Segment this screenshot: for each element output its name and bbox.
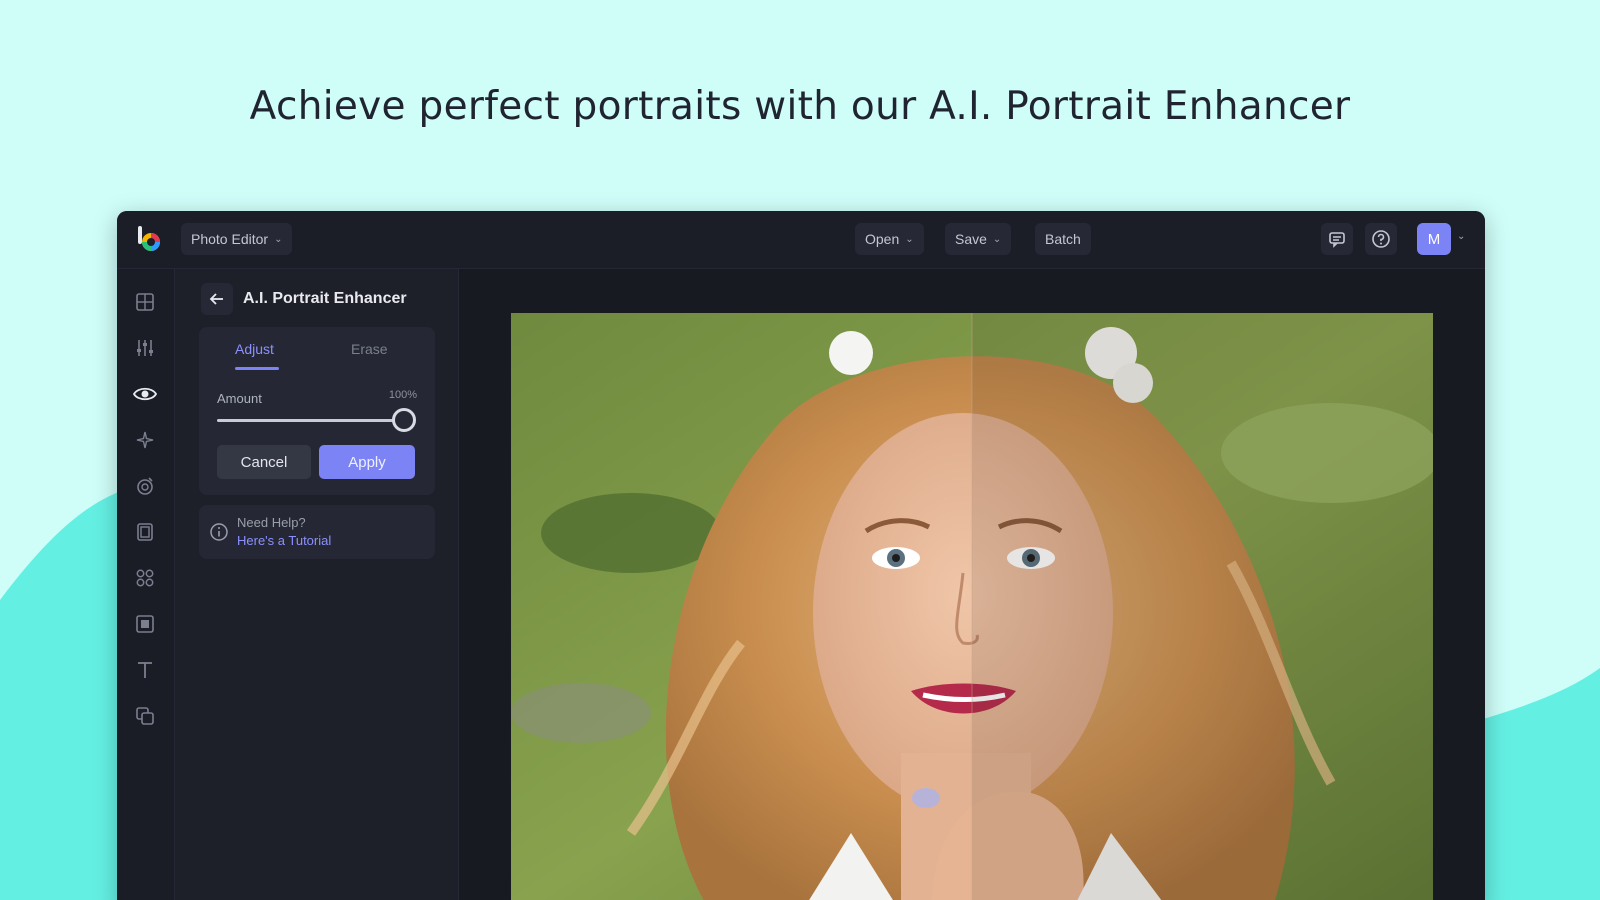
amount-slider-track[interactable] (217, 419, 403, 422)
panel-header: A.I. Portrait Enhancer (201, 281, 441, 317)
rail-item-adjust[interactable] (132, 335, 158, 361)
rail-item-portrait[interactable] (132, 381, 158, 407)
sliders-icon (137, 340, 153, 356)
help-title: Need Help? (237, 515, 306, 530)
app-menu-label: Photo Editor (191, 231, 269, 247)
apply-button[interactable]: Apply (319, 445, 415, 479)
page-headline: Achieve perfect portraits with our A.I. … (249, 84, 1351, 129)
chevron-down-icon: ⌄ (905, 233, 914, 245)
logo-icon[interactable] (135, 224, 165, 254)
feedback-icon (1329, 232, 1345, 248)
batch-button[interactable]: Batch (1035, 223, 1091, 255)
tutorial-link[interactable]: Here's a Tutorial (237, 533, 331, 548)
adjust-card: Adjust Erase Amount 100% Cancel Apply (199, 327, 435, 495)
text-icon (138, 662, 152, 678)
active-tab-indicator (235, 367, 279, 370)
chevron-down-icon[interactable]: ⌄ (1457, 231, 1465, 242)
portrait-photo[interactable] (511, 313, 1433, 900)
amount-value: 100% (388, 389, 417, 401)
tab-erase[interactable]: Erase (351, 341, 388, 357)
overlay-icon (136, 615, 154, 633)
arrow-left-icon (209, 293, 223, 305)
photo-editor-window: Photo Editor ⌄ Open ⌄ Save ⌄ Batch M ⌄ A… (117, 211, 1485, 900)
rail-item-text[interactable] (132, 657, 158, 683)
graphics-icon (136, 569, 154, 587)
tool-rail (117, 269, 175, 900)
info-icon (210, 523, 228, 541)
panel-title: A.I. Portrait Enhancer (243, 290, 407, 307)
help-icon (1372, 230, 1390, 248)
open-label: Open (865, 231, 900, 247)
eye-icon (133, 387, 157, 401)
amount-label: Amount (217, 391, 262, 406)
effects-icon (137, 477, 153, 495)
rail-item-frames[interactable] (132, 519, 158, 545)
rail-item-grid[interactable] (132, 289, 158, 315)
chevron-down-icon: ⌄ (992, 233, 1002, 245)
top-bar: Photo Editor ⌄ Open ⌄ Save ⌄ Batch M ⌄ (117, 211, 1485, 269)
open-dropdown[interactable]: Open ⌄ (855, 223, 924, 255)
help-button[interactable] (1365, 223, 1397, 255)
app-menu-dropdown[interactable]: Photo Editor ⌄ (181, 223, 293, 255)
tab-adjust[interactable]: Adjust (235, 341, 274, 357)
chevron-down-icon: ⌄ (274, 233, 283, 245)
portrait-enhancer-panel: A.I. Portrait Enhancer Adjust Erase Amou… (175, 269, 459, 900)
amount-slider-handle[interactable] (392, 408, 416, 432)
help-card: Need Help? Here's a Tutorial (199, 505, 435, 559)
rail-item-graphics[interactable] (132, 565, 158, 591)
user-avatar[interactable]: M (1417, 223, 1451, 255)
cancel-button[interactable]: Cancel (217, 445, 311, 479)
grid-icon (136, 293, 154, 311)
canvas-area (459, 269, 1485, 900)
batch-label: Batch (1045, 231, 1081, 247)
layers-icon (136, 707, 154, 725)
rail-item-overlays[interactable] (132, 611, 158, 637)
frame-icon (137, 523, 153, 541)
rail-item-effects[interactable] (132, 427, 158, 453)
feedback-button[interactable] (1321, 223, 1353, 255)
rail-item-layers[interactable] (132, 703, 158, 729)
save-label: Save (955, 231, 987, 247)
back-button[interactable] (201, 283, 233, 315)
save-dropdown[interactable]: Save ⌄ (945, 223, 1012, 255)
rail-item-touchup[interactable] (132, 473, 158, 499)
sparkle-icon (136, 431, 154, 449)
